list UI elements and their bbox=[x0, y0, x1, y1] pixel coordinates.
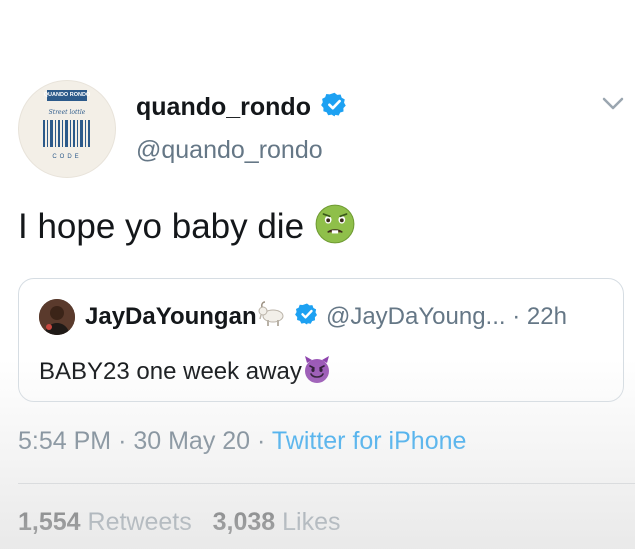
likes-label: Likes bbox=[282, 508, 341, 536]
likes-stat[interactable]: 3,038 Likes bbox=[213, 508, 341, 536]
retweets-count: 1,554 bbox=[18, 508, 81, 536]
quoted-display-name[interactable]: JayDaYoungan bbox=[85, 303, 257, 330]
retweets-stat[interactable]: 1,554 Retweets bbox=[18, 508, 199, 536]
tweet-meta: 5:54 PM · 30 May 20 · Twitter for iPhone bbox=[18, 427, 466, 456]
author-row: quando_rondo bbox=[136, 91, 348, 123]
meta-separator: · bbox=[118, 427, 134, 455]
meta-separator: · bbox=[257, 427, 272, 455]
goat-icon bbox=[257, 301, 287, 334]
tweet-stats: 1,554 Retweets 3,038 Likes bbox=[18, 508, 340, 537]
tweet-date: 30 May 20 bbox=[133, 427, 251, 455]
divider bbox=[18, 483, 635, 484]
nauseated-face-icon bbox=[314, 203, 356, 254]
author-avatar[interactable]: QUANDO RONDO Street lottle CODE bbox=[18, 80, 116, 178]
avatar-text-bottom: CODE bbox=[52, 154, 81, 160]
quoted-text-body: BABY23 one week away bbox=[39, 357, 302, 385]
quoted-header: JayDaYoungan @JayDaYoung... · 22h bbox=[85, 301, 567, 334]
likes-count: 3,038 bbox=[212, 508, 276, 536]
tweet-text: I hope yo baby die bbox=[18, 203, 356, 254]
smiling-devil-icon bbox=[302, 354, 332, 391]
author-handle[interactable]: @quando_rondo bbox=[136, 136, 323, 165]
avatar-text-script: Street lottle bbox=[49, 109, 86, 116]
avatar-logo: QUANDO RONDO Street lottle CODE bbox=[43, 90, 91, 160]
author-display-name[interactable]: quando_rondo bbox=[136, 93, 311, 122]
quoted-handle[interactable]: @JayDaYoung... bbox=[326, 303, 506, 330]
retweets-label: Retweets bbox=[87, 508, 192, 536]
quoted-avatar[interactable] bbox=[39, 299, 75, 335]
quoted-time: · 22h bbox=[512, 302, 567, 330]
quoted-text: BABY23 one week away bbox=[39, 354, 332, 391]
tweet-time: 5:54 PM bbox=[18, 427, 112, 455]
chevron-down-icon[interactable] bbox=[601, 96, 625, 117]
tweet-screen: QUANDO RONDO Street lottle CODE quando_r… bbox=[0, 0, 635, 549]
quoted-tweet[interactable]: JayDaYoungan @JayDaYoung... · 22h BABY23… bbox=[18, 278, 624, 402]
verified-badge-small-icon bbox=[295, 302, 319, 333]
avatar-text-top: QUANDO RONDO bbox=[44, 92, 91, 98]
tweet-source-link[interactable]: Twitter for iPhone bbox=[272, 427, 467, 455]
verified-badge-icon bbox=[321, 91, 348, 123]
tweet-text-body: I hope yo baby die bbox=[18, 206, 305, 246]
